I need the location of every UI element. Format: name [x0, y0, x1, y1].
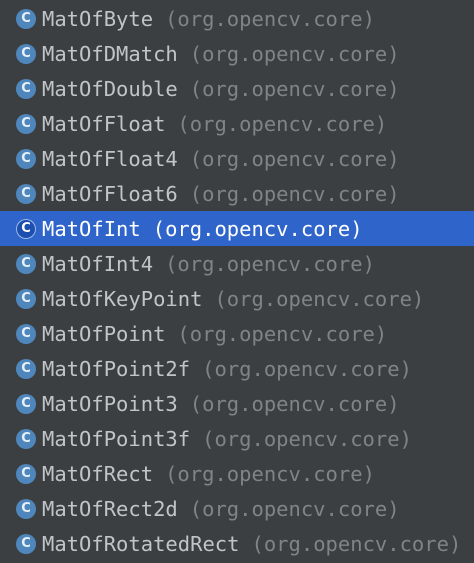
completion-item[interactable]: C MatOfFloat6 (org.opencv.core) [0, 176, 474, 211]
package-name: (org.opencv.core) [251, 531, 462, 556]
class-name: MatOfDouble [42, 76, 178, 101]
package-name: (org.opencv.core) [165, 251, 375, 276]
class-name: MatOfRect2d [42, 496, 178, 521]
package-name: (org.opencv.core) [189, 391, 400, 416]
package-name: (org.opencv.core) [189, 76, 400, 101]
package-name: (org.opencv.core) [189, 496, 400, 521]
code-completion-popup: C MatOfByte (org.opencv.core) C MatOfDMa… [0, 0, 474, 563]
completion-item[interactable]: C MatOfRect (org.opencv.core) [0, 456, 474, 491]
completion-item[interactable]: C MatOfDMatch (org.opencv.core) [0, 36, 474, 71]
class-icon: C [16, 78, 36, 99]
completion-item[interactable]: C MatOfByte (org.opencv.core) [0, 1, 474, 36]
class-name: MatOfPoint2f [42, 356, 191, 381]
completion-item[interactable]: C MatOfRotatedRect (org.opencv.core) [0, 526, 474, 561]
class-name: MatOfPoint3 [42, 391, 178, 416]
package-name: (org.opencv.core) [165, 6, 375, 31]
completion-list: C MatOfByte (org.opencv.core) C MatOfDMa… [0, 1, 474, 561]
package-name: (org.opencv.core) [189, 41, 400, 66]
class-icon: C [16, 428, 36, 449]
class-name: MatOfDMatch [42, 41, 178, 66]
completion-item[interactable]: C MatOfRect2d (org.opencv.core) [0, 491, 474, 526]
package-name: (org.opencv.core) [202, 356, 412, 381]
class-icon: C [16, 358, 36, 379]
completion-item[interactable]: C MatOfPoint3f (org.opencv.core) [0, 421, 474, 456]
class-icon: C [16, 183, 36, 204]
completion-item[interactable]: C MatOfFloat (org.opencv.core) [0, 106, 474, 141]
completion-item[interactable]: C MatOfPoint3 (org.opencv.core) [0, 386, 474, 421]
class-icon: C [16, 148, 36, 169]
completion-item[interactable]: C MatOfPoint (org.opencv.core) [0, 316, 474, 351]
class-icon: C [16, 533, 36, 554]
class-icon: C [16, 43, 36, 64]
package-name: (org.opencv.core) [189, 181, 400, 206]
class-icon: C [16, 288, 36, 309]
package-name: (org.opencv.core) [165, 461, 375, 486]
completion-item[interactable]: C MatOfPoint2f (org.opencv.core) [0, 351, 474, 386]
class-icon: C [16, 323, 36, 344]
class-icon: C [16, 253, 36, 274]
class-name: MatOfPoint [42, 321, 166, 346]
package-name: (org.opencv.core) [177, 111, 388, 136]
completion-item[interactable]: C MatOfDouble (org.opencv.core) [0, 71, 474, 106]
class-icon: C [16, 393, 36, 414]
class-icon: C [16, 463, 36, 484]
package-name: (org.opencv.core) [202, 426, 412, 451]
class-name: MatOfFloat6 [42, 181, 178, 206]
class-name: MatOfRotatedRect [42, 531, 240, 556]
completion-item-selected[interactable]: C MatOfInt (org.opencv.core) [0, 211, 474, 246]
class-name: MatOfPoint3f [42, 426, 191, 451]
package-name: (org.opencv.core) [177, 321, 388, 346]
class-name: MatOfFloat4 [42, 146, 178, 171]
class-icon: C [16, 113, 36, 134]
class-name: MatOfByte [42, 6, 154, 31]
class-name: MatOfInt [42, 216, 141, 241]
class-name: MatOfRect [42, 461, 154, 486]
class-name: MatOfKeyPoint [42, 286, 203, 311]
class-icon: C [16, 498, 36, 519]
completion-item[interactable]: C MatOfKeyPoint (org.opencv.core) [0, 281, 474, 316]
class-icon: C [16, 218, 36, 239]
class-name: MatOfFloat [42, 111, 166, 136]
package-name: (org.opencv.core) [189, 146, 400, 171]
class-icon: C [16, 8, 36, 29]
package-name: (org.opencv.core) [152, 216, 363, 241]
package-name: (org.opencv.core) [214, 286, 425, 311]
completion-item[interactable]: C MatOfInt4 (org.opencv.core) [0, 246, 474, 281]
class-name: MatOfInt4 [42, 251, 154, 276]
completion-item[interactable]: C MatOfFloat4 (org.opencv.core) [0, 141, 474, 176]
